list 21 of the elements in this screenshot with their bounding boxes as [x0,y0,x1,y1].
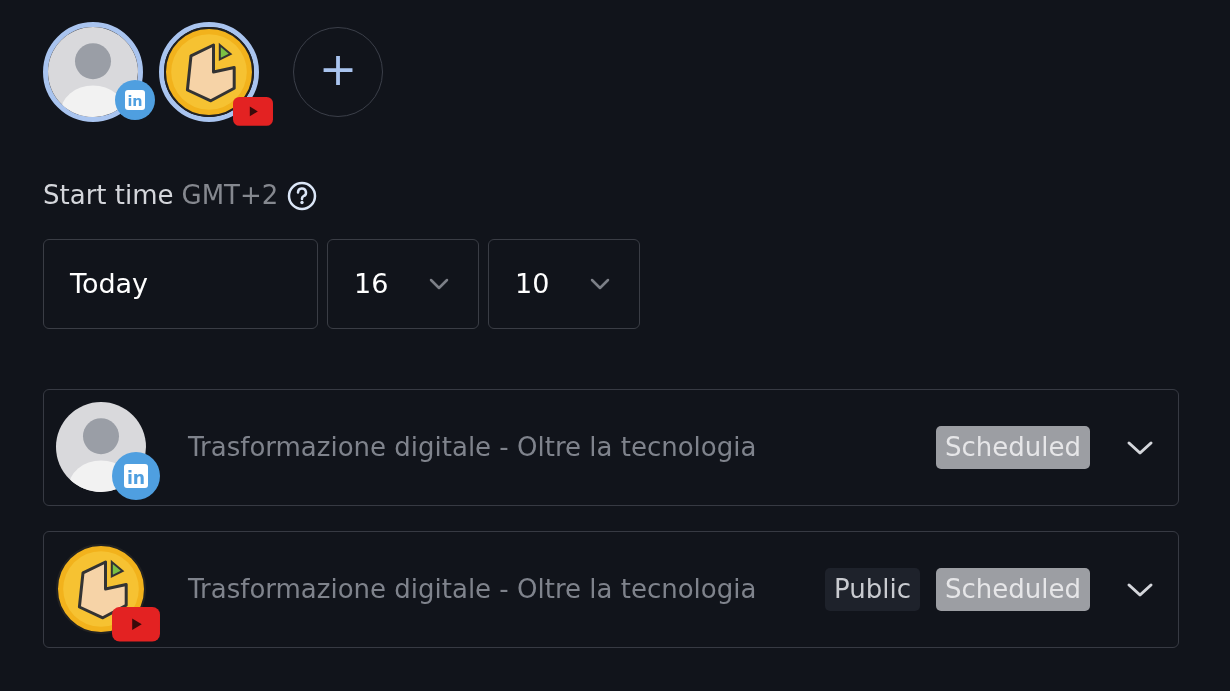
privacy-tag: Public [825,568,920,611]
post-title: Trasformazione digitale - Oltre la tecnologia [188,431,758,464]
status-tag: Scheduled [936,426,1090,469]
status-tag: Scheduled [936,568,1090,611]
help-icon [286,179,319,212]
post-row[interactable]: Trasformazione digitale - Oltre la tecnologia Public Scheduled [43,531,1179,648]
linkedin-icon: in [112,451,160,500]
minute-dropdown[interactable]: 10 [488,239,640,329]
chevron-down-icon [589,276,611,292]
post-row[interactable]: in Trasformazione digitale - Oltre la tecnologia Scheduled [43,389,1179,506]
hour-dropdown[interactable]: 16 [327,239,479,329]
dropdown-value: 10 [515,266,550,301]
youtube-icon [112,606,160,642]
youtube-icon [233,97,273,126]
timezone-label: GMT+2 [181,179,279,212]
linkedin-icon: in [115,80,155,120]
post-title: Trasformazione digitale - Oltre la tecnologia [188,573,758,606]
dropdown-value: 16 [354,266,389,301]
start-time-label: Start time [43,179,174,212]
chevron-down-icon [428,276,450,292]
date-field[interactable]: Today [43,239,318,329]
